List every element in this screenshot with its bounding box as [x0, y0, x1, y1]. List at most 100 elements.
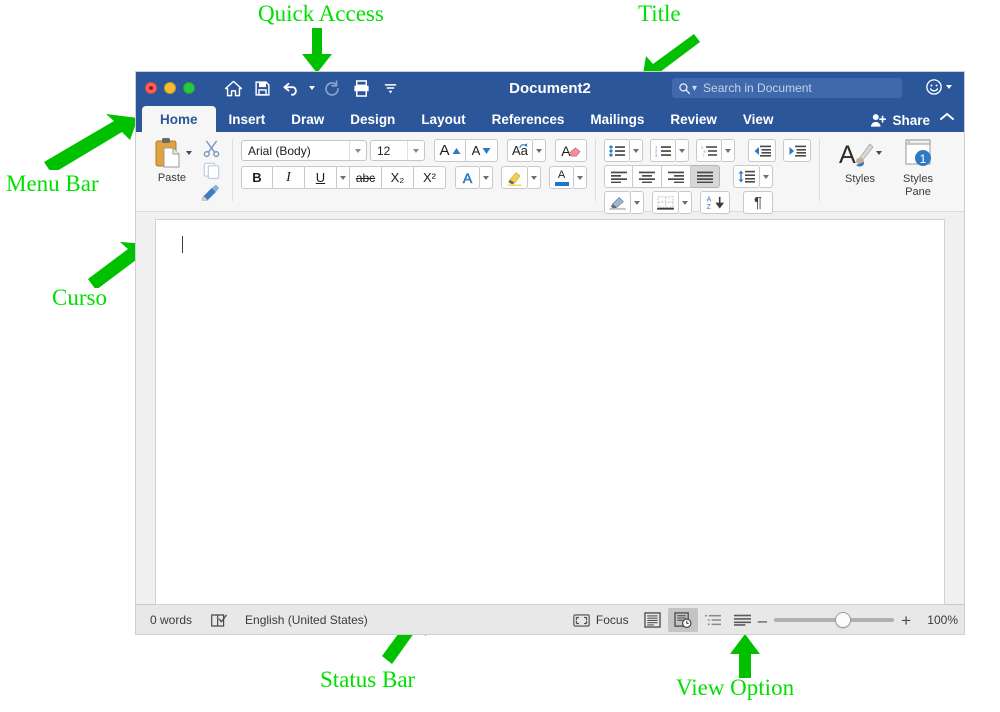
- text-effects-dropdown-icon[interactable]: [480, 166, 493, 189]
- quick-access-toolbar: [219, 75, 404, 101]
- undo-icon[interactable]: [277, 75, 305, 101]
- font-group: Arial (Body) 12 A A Aa A B I U abc X₂ X²…: [235, 135, 593, 211]
- multilevel-dropdown-icon[interactable]: [722, 139, 735, 162]
- word-count[interactable]: 0 words: [136, 605, 201, 634]
- clear-formatting-button[interactable]: A: [554, 139, 587, 162]
- strikethrough-label: abc: [355, 170, 376, 185]
- zoom-out-button[interactable]: –: [758, 612, 767, 629]
- align-right-button[interactable]: [662, 165, 691, 188]
- bullets-button[interactable]: [604, 139, 630, 162]
- paste-button[interactable]: Paste: [146, 135, 198, 184]
- font-color-button[interactable]: A: [549, 166, 574, 189]
- tab-insert[interactable]: Insert: [216, 106, 279, 132]
- bold-button[interactable]: B: [241, 166, 273, 189]
- zoom-slider[interactable]: [774, 613, 895, 627]
- line-spacing-button[interactable]: [733, 165, 760, 188]
- copy-icon[interactable]: [202, 161, 221, 180]
- zoom-slider-handle[interactable]: [836, 613, 851, 627]
- text-effects-button[interactable]: A: [455, 166, 480, 189]
- tab-draw[interactable]: Draw: [278, 106, 337, 132]
- subscript-button[interactable]: X₂: [382, 166, 414, 189]
- focus-button[interactable]: Focus: [564, 605, 638, 634]
- scissors-icon[interactable]: [202, 139, 221, 158]
- search-dropdown-icon[interactable]: ▾: [692, 83, 697, 94]
- highlight-dropdown-icon[interactable]: [528, 166, 541, 189]
- customize-quick-access-icon[interactable]: [376, 75, 404, 101]
- numbered-list-icon: 1 2 3: [655, 145, 671, 157]
- tab-layout[interactable]: Layout: [408, 106, 478, 132]
- numbering-dropdown-icon[interactable]: [676, 139, 689, 162]
- borders-button[interactable]: [652, 191, 679, 214]
- styles-button[interactable]: A Styles: [834, 135, 886, 186]
- show-formatting-marks-button[interactable]: ¶: [743, 191, 773, 214]
- document-page[interactable]: [156, 220, 944, 604]
- strikethrough-button[interactable]: abc: [350, 166, 382, 189]
- zoom-button[interactable]: [183, 82, 195, 94]
- align-center-button[interactable]: [633, 165, 662, 188]
- chevron-up-icon[interactable]: [940, 108, 954, 126]
- grow-font-button[interactable]: A: [434, 139, 466, 162]
- minimize-button[interactable]: [164, 82, 176, 94]
- bullets-dropdown-icon[interactable]: [630, 139, 643, 162]
- print-icon[interactable]: [347, 75, 375, 101]
- tab-home[interactable]: Home: [142, 106, 216, 132]
- decrease-indent-icon: [754, 145, 771, 157]
- paragraph-row-1: 1 2 3 1 a i: [604, 139, 811, 162]
- shading-button[interactable]: [604, 191, 631, 214]
- close-button[interactable]: [145, 82, 157, 94]
- styles-dropdown-icon[interactable]: [875, 151, 882, 155]
- draft-view-button[interactable]: [728, 608, 758, 632]
- increase-indent-button[interactable]: [783, 139, 811, 162]
- print-layout-button[interactable]: [667, 608, 698, 632]
- font-family-select[interactable]: Arial (Body): [241, 140, 367, 161]
- format-painter-icon[interactable]: [201, 183, 221, 201]
- styles-pane-button[interactable]: 1 Styles Pane: [892, 135, 944, 198]
- proofing-status-button[interactable]: [201, 605, 236, 634]
- superscript-button[interactable]: X²: [414, 166, 446, 189]
- decrease-indent-button[interactable]: [748, 139, 776, 162]
- underline-dropdown-icon[interactable]: [337, 166, 350, 189]
- align-left-button[interactable]: [604, 165, 633, 188]
- search-input[interactable]: ▾ Search in Document: [672, 78, 902, 98]
- share-button[interactable]: Share: [870, 113, 930, 128]
- language-indicator[interactable]: English (United States): [236, 605, 377, 634]
- highlight-button[interactable]: [501, 166, 528, 189]
- underline-button[interactable]: U: [305, 166, 337, 189]
- save-icon[interactable]: [248, 75, 276, 101]
- tab-view[interactable]: View: [730, 106, 787, 132]
- font-size-select[interactable]: 12: [370, 140, 425, 161]
- change-case-button[interactable]: Aa: [507, 139, 533, 162]
- numbering-button[interactable]: 1 2 3: [650, 139, 676, 162]
- multilevel-list-button[interactable]: 1 a i: [696, 139, 722, 162]
- justify-button[interactable]: [691, 165, 720, 188]
- font-size-dropdown-icon[interactable]: [407, 141, 424, 160]
- align-left-icon: [610, 171, 627, 183]
- home-icon[interactable]: [219, 75, 247, 101]
- zoom-value[interactable]: 100%: [918, 613, 958, 627]
- undo-dropdown-icon[interactable]: [306, 75, 317, 101]
- font-family-dropdown-icon[interactable]: [349, 141, 366, 160]
- borders-dropdown-icon[interactable]: [679, 191, 692, 214]
- clipboard-group: Paste: [140, 135, 230, 211]
- tab-references[interactable]: References: [479, 106, 578, 132]
- read-mode-button[interactable]: [638, 608, 668, 632]
- account-smiley-icon[interactable]: [925, 78, 952, 96]
- tab-mailings[interactable]: Mailings: [577, 106, 657, 132]
- multilevel-control: 1 a i: [696, 139, 735, 162]
- outline-view-button[interactable]: [698, 608, 728, 632]
- tab-design[interactable]: Design: [337, 106, 408, 132]
- document-area[interactable]: [136, 212, 964, 604]
- paste-dropdown-icon[interactable]: [185, 151, 192, 155]
- zoom-in-button[interactable]: +: [901, 612, 911, 629]
- font-color-dropdown-icon[interactable]: [574, 166, 587, 189]
- line-spacing-dropdown-icon[interactable]: [760, 165, 773, 188]
- change-case-dropdown-icon[interactable]: [532, 139, 546, 162]
- line-spacing-control: [733, 165, 773, 188]
- shading-dropdown-icon[interactable]: [631, 191, 644, 214]
- sort-button[interactable]: A Z: [700, 191, 730, 214]
- italic-button[interactable]: I: [273, 166, 305, 189]
- redo-icon[interactable]: [318, 75, 346, 101]
- tab-review[interactable]: Review: [657, 106, 730, 132]
- outline-view-icon: [704, 614, 721, 625]
- shrink-font-button[interactable]: A: [466, 139, 498, 162]
